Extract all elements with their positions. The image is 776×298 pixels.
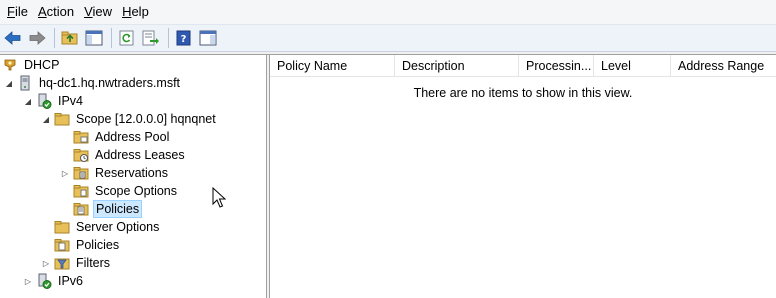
tree-item-scope-policies[interactable]: Policies xyxy=(73,200,143,218)
tree-label: Server Options xyxy=(76,220,160,234)
expanded-arrow-icon[interactable]: ◢ xyxy=(4,74,14,92)
list-header: Policy Name Description Processin... Lev… xyxy=(270,55,776,77)
collapsed-arrow-icon[interactable]: ▷ xyxy=(41,254,51,272)
tree-item-ipv6[interactable]: ▷ IPv6 xyxy=(23,272,85,290)
menu-view[interactable]: View xyxy=(79,1,117,23)
tree-item-policies[interactable]: Policies xyxy=(54,236,121,254)
tree-label: IPv6 xyxy=(58,274,84,288)
tree-item-address-pool[interactable]: Address Pool xyxy=(73,128,171,146)
tree-label: IPv4 xyxy=(58,94,84,108)
up-one-level-button[interactable] xyxy=(59,27,81,49)
main-area: DHCP ◢ hq-dc1.hq.nwtraders.msft ◢ IPv4 ◢… xyxy=(0,54,776,298)
server-options-folder-icon xyxy=(54,219,70,235)
column-description[interactable]: Description xyxy=(395,55,519,77)
policies-folder-icon xyxy=(73,201,89,217)
menu-help[interactable]: Help xyxy=(117,1,154,23)
menu-view-label: iew xyxy=(92,4,113,19)
show-hide-console-tree-icon xyxy=(85,30,103,46)
forward-button[interactable] xyxy=(26,27,48,49)
collapsed-arrow-icon[interactable]: ▷ xyxy=(23,272,33,290)
tree-label: Filters xyxy=(76,256,111,270)
forward-arrow-icon xyxy=(29,31,46,45)
address-pool-folder-icon xyxy=(73,129,89,145)
export-list-icon xyxy=(142,30,159,46)
show-hide-action-pane-button[interactable] xyxy=(197,27,219,49)
filter-icon xyxy=(54,255,70,271)
result-list[interactable]: Policy Name Description Processin... Lev… xyxy=(270,55,776,298)
dhcp-icon xyxy=(2,57,18,73)
tree-label: Reservations xyxy=(95,166,168,180)
menu-view-accel: V xyxy=(84,4,93,19)
menu-file-label: ile xyxy=(14,4,28,19)
console-tree[interactable]: DHCP ◢ hq-dc1.hq.nwtraders.msft ◢ IPv4 ◢… xyxy=(0,55,266,298)
menu-action[interactable]: Action xyxy=(33,1,79,23)
policies-folder-icon xyxy=(54,237,70,253)
tree-label: Address Leases xyxy=(95,148,185,162)
reservations-folder-icon xyxy=(73,165,89,181)
menu-action-label: ction xyxy=(46,4,75,19)
refresh-button[interactable] xyxy=(116,27,138,49)
tree-item-scope[interactable]: ◢ Scope [12.0.0.0] hqnqnet xyxy=(41,110,218,128)
tree-item-ipv4[interactable]: ◢ IPv4 xyxy=(23,92,85,110)
toolbar-separator xyxy=(111,28,112,48)
svg-text:?: ? xyxy=(181,34,187,45)
menu-bar: File Action View Help xyxy=(0,0,776,24)
mouse-cursor-icon xyxy=(212,186,227,212)
column-processing-order[interactable]: Processin... xyxy=(519,55,594,77)
export-list-button[interactable] xyxy=(140,27,162,49)
tree-item-server[interactable]: ◢ hq-dc1.hq.nwtraders.msft xyxy=(4,74,182,92)
column-policy-name[interactable]: Policy Name xyxy=(270,55,395,77)
tree-label: Scope [12.0.0.0] hqnqnet xyxy=(76,112,216,126)
expanded-arrow-icon[interactable]: ◢ xyxy=(23,92,33,110)
ipv4-status-icon xyxy=(36,93,52,109)
ipv6-status-icon xyxy=(36,273,52,289)
tree-label: Address Pool xyxy=(95,130,170,144)
empty-list-message: There are no items to show in this view. xyxy=(413,86,633,100)
collapsed-arrow-icon[interactable]: ▷ xyxy=(60,164,70,182)
menu-action-accel: A xyxy=(37,4,47,19)
tree-label: Scope Options xyxy=(95,184,177,198)
refresh-icon xyxy=(119,30,134,46)
show-hide-console-tree-button[interactable] xyxy=(83,27,105,49)
tree-item-server-options[interactable]: Server Options xyxy=(54,218,161,236)
scope-options-folder-icon xyxy=(73,183,89,199)
column-level[interactable]: Level xyxy=(594,55,671,77)
folder-icon xyxy=(54,111,70,127)
show-hide-action-pane-icon xyxy=(199,30,217,46)
tree-item-address-leases[interactable]: Address Leases xyxy=(73,146,187,164)
menu-help-label: elp xyxy=(131,4,149,19)
menu-file-accel: F xyxy=(7,4,15,19)
tree-item-scope-options[interactable]: Scope Options xyxy=(73,182,179,200)
help-button[interactable]: ? xyxy=(173,27,195,49)
tree-label: Policies xyxy=(76,238,120,252)
toolbar-separator xyxy=(54,28,55,48)
tree-label: Policies xyxy=(93,200,143,218)
tree-item-reservations[interactable]: ▷ Reservations xyxy=(60,164,170,182)
tree-label: DHCP xyxy=(24,58,60,72)
toolbar: ? xyxy=(0,24,776,52)
toolbar-separator xyxy=(168,28,169,48)
back-button[interactable] xyxy=(2,27,24,49)
help-icon: ? xyxy=(176,30,191,46)
tree-item-dhcp[interactable]: DHCP xyxy=(2,56,61,74)
up-folder-icon xyxy=(61,31,78,45)
server-icon xyxy=(17,75,33,91)
tree-label: hq-dc1.hq.nwtraders.msft xyxy=(39,76,181,90)
menu-file[interactable]: File xyxy=(2,1,33,23)
tree-item-filters[interactable]: ▷ Filters xyxy=(41,254,112,272)
expanded-arrow-icon[interactable]: ◢ xyxy=(41,110,51,128)
back-arrow-icon xyxy=(4,31,21,45)
column-address-range[interactable]: Address Range xyxy=(671,55,776,77)
address-leases-folder-icon xyxy=(73,147,89,163)
